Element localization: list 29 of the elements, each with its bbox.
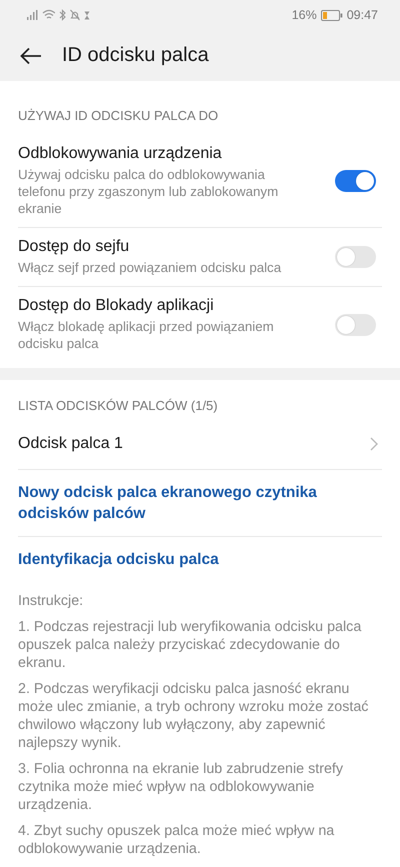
instructions-heading: Instrukcje: [18,592,84,610]
fingerprint-list-item[interactable]: Odcisk palca 1 [18,419,382,469]
setting-title: Dostęp do Blokady aplikacji [18,297,215,315]
section-heading: UŻYWAJ ID ODCISKU PALCA DO [18,107,220,125]
toggle-switch[interactable] [335,314,376,336]
battery-percentage: 16% [292,8,317,22]
hourglass-icon [84,10,90,20]
battery-icon [320,10,343,20]
instruction-text: 3. Folia ochronna na ekranie lub zabrudzenie strefy czytnika może mieć wpływ na odblokowywanie urządzenia. [18,760,344,814]
setting-title: Dostęp do sejfu [18,238,130,256]
setting-title: Odblokowywania urządzenia [18,145,223,163]
instruction-text: 2. Podczas weryfikacji odcisku palca jasność ekranu może ulec zmianie, a tryb ochrony wzroku może zostać chwilowo włączony lub wyłączony, aby zapewnić najlepszy wynik. [18,680,370,752]
toggle-switch[interactable] [335,170,376,192]
instruction-text: 1. Podczas rejestracji lub weryfikowania odcisku palca opuszek palca należy przyciskać zdecydowanie do ekranu. [18,618,362,672]
action-link[interactable]: Nowy odcisk palca ekranowego czytnika odcisków palców [18,470,382,536]
signal-icon [27,9,38,21]
wifi-icon [42,9,55,21]
chevron-right-icon [370,437,378,451]
bluetooth-icon [59,9,66,21]
setting-description: Włącz blokadę aplikacji przed powiązaniem odcisku palca [18,318,275,352]
setting-description: Włącz sejf przed powiązaniem odcisku palca [18,259,282,276]
section-heading: LISTA ODCISKÓW PALCÓW (1/5) [18,397,219,415]
status-time: 09:47 [346,8,378,22]
action-link[interactable]: Identyfikacja odcisku palca [18,537,382,582]
toggle-switch[interactable] [335,246,376,268]
instruction-text: 4. Zbyt suchy opuszek palca może mieć wpływ na odblokowywanie urządzenia. [18,822,336,858]
muted-bell-icon [70,9,80,21]
setting-description: Używaj odcisku palca do odblokowywania telefonu przy zgaszonym lub zablokowanym ekranie [18,166,280,217]
page-title: ID odcisku palca [62,44,209,67]
